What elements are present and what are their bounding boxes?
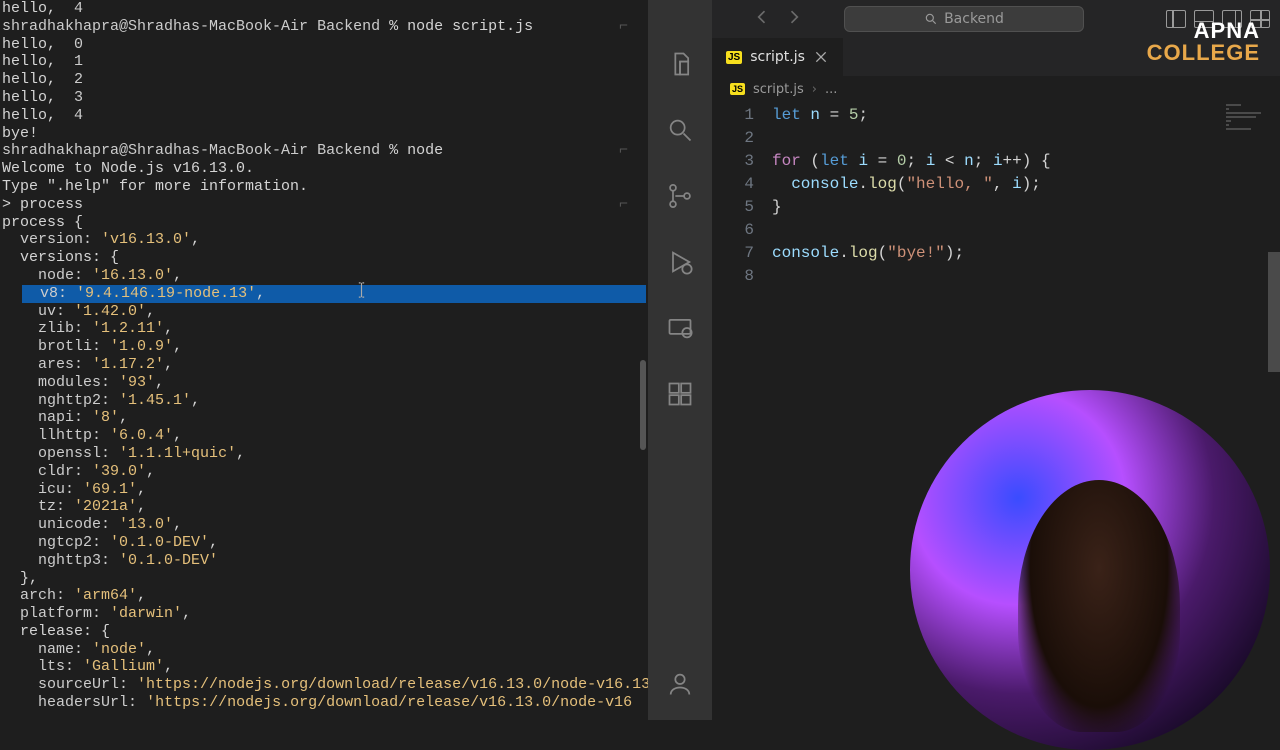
terminal-panel[interactable]: ⌐⌐⌐hello, 4shradhakhapra@Shradhas-MacBoo…	[0, 0, 648, 720]
nav-back-icon[interactable]	[752, 7, 772, 32]
terminal-line: zlib: '1.2.11',	[2, 320, 646, 338]
terminal-line: nghttp2: '1.45.1',	[2, 392, 646, 410]
breadcrumb-separator: ›	[812, 82, 817, 97]
code-line[interactable]: }	[772, 196, 1280, 219]
js-file-icon: JS	[730, 83, 745, 95]
terminal-line: Type ".help" for more information.	[2, 178, 646, 196]
files-icon[interactable]	[664, 48, 696, 80]
tab-script-js[interactable]: JS script.js	[712, 38, 844, 76]
webcam-overlay	[910, 390, 1270, 750]
terminal-line: version: 'v16.13.0',	[2, 231, 646, 249]
terminal-line: Welcome to Node.js v16.13.0.	[2, 160, 646, 178]
code-line[interactable]: console.log("bye!");	[772, 242, 1280, 265]
line-number: 4	[712, 173, 754, 196]
code-line[interactable]: let n = 5;	[772, 104, 1280, 127]
terminal-line: ngtcp2: '0.1.0-DEV',	[2, 534, 646, 552]
remote-icon[interactable]	[664, 312, 696, 344]
terminal-line: lts: 'Gallium',	[2, 658, 646, 676]
terminal-line: shradhakhapra@Shradhas-MacBook-Air Backe…	[2, 18, 646, 36]
code-line[interactable]	[772, 127, 1280, 150]
line-number: 7	[712, 242, 754, 265]
terminal-line: > process	[2, 196, 646, 214]
terminal-line: unicode: '13.0',	[2, 516, 646, 534]
logo-line1: APNA	[1147, 20, 1260, 42]
line-gutter: 12345678	[712, 102, 772, 720]
line-number: 2	[712, 127, 754, 150]
terminal-line: icu: '69.1',	[2, 481, 646, 499]
terminal-line: tz: '2021a',	[2, 498, 646, 516]
code-line[interactable]	[772, 219, 1280, 242]
js-file-icon: JS	[726, 51, 742, 64]
terminal-line: headersUrl: 'https://nodejs.org/download…	[2, 694, 646, 712]
run-debug-icon[interactable]	[664, 246, 696, 278]
line-number: 8	[712, 265, 754, 288]
nav-arrows	[722, 7, 834, 32]
terminal-line: napi: '8',	[2, 409, 646, 427]
terminal-line: cldr: '39.0',	[2, 463, 646, 481]
command-center[interactable]: Backend	[844, 6, 1084, 32]
terminal-line: hello, 4	[2, 0, 646, 18]
terminal-line: modules: '93',	[2, 374, 646, 392]
terminal-line: process {	[2, 214, 646, 232]
terminal-line: },	[2, 570, 646, 588]
terminal-line: nghttp3: '0.1.0-DEV'	[2, 552, 646, 570]
terminal-line: hello, 3	[2, 89, 646, 107]
code-line[interactable]: for (let i = 0; i < n; i++) {	[772, 150, 1280, 173]
nav-forward-icon[interactable]	[784, 7, 804, 32]
tab-label: script.js	[750, 49, 805, 65]
account-icon[interactable]	[664, 668, 696, 700]
terminal-line: shradhakhapra@Shradhas-MacBook-Air Backe…	[2, 142, 646, 160]
line-number: 5	[712, 196, 754, 219]
editor-scrollbar[interactable]	[1268, 252, 1280, 372]
terminal-line: ares: '1.17.2',	[2, 356, 646, 374]
terminal-line: name: 'node',	[2, 641, 646, 659]
terminal-scrollbar[interactable]	[640, 360, 646, 450]
terminal-line: uv: '1.42.0',	[2, 303, 646, 321]
terminal-line: node: '16.13.0',	[2, 267, 646, 285]
activity-bar	[648, 0, 712, 720]
terminal-line: bye!	[2, 125, 646, 143]
minimap[interactable]	[1226, 104, 1276, 144]
terminal-line: arch: 'arm64',	[2, 587, 646, 605]
terminal-line: hello, 4	[2, 107, 646, 125]
terminal-line: hello, 2	[2, 71, 646, 89]
search-icon	[924, 12, 938, 26]
search-icon[interactable]	[664, 114, 696, 146]
line-number: 1	[712, 104, 754, 127]
source-control-icon[interactable]	[664, 180, 696, 212]
code-line[interactable]: console.log("hello, ", i);	[772, 173, 1280, 196]
terminal-line: sourceUrl: 'https://nodejs.org/download/…	[2, 676, 646, 694]
terminal-line: llhttp: '6.0.4',	[2, 427, 646, 445]
line-number: 6	[712, 219, 754, 242]
terminal-line: brotli: '1.0.9',	[2, 338, 646, 356]
breadcrumb-rest: ...	[825, 82, 837, 97]
terminal-line: hello, 0	[2, 36, 646, 54]
breadcrumb[interactable]: JS script.js › ...	[712, 76, 1280, 102]
breadcrumb-file: script.js	[753, 82, 804, 97]
code-line[interactable]	[772, 265, 1280, 288]
terminal-line: platform: 'darwin',	[2, 605, 646, 623]
logo-line2: COLLEGE	[1147, 42, 1260, 64]
line-number: 3	[712, 150, 754, 173]
terminal-line: v8: '9.4.146.19-node.13',	[2, 285, 646, 303]
terminal-line: release: {	[2, 623, 646, 641]
close-icon[interactable]	[813, 49, 829, 65]
command-center-label: Backend	[944, 11, 1004, 27]
brand-logo: APNA COLLEGE	[1147, 20, 1260, 64]
terminal-line: versions: {	[2, 249, 646, 267]
terminal-line: hello, 1	[2, 53, 646, 71]
terminal-line: openssl: '1.1.1l+quic',	[2, 445, 646, 463]
extensions-icon[interactable]	[664, 378, 696, 410]
